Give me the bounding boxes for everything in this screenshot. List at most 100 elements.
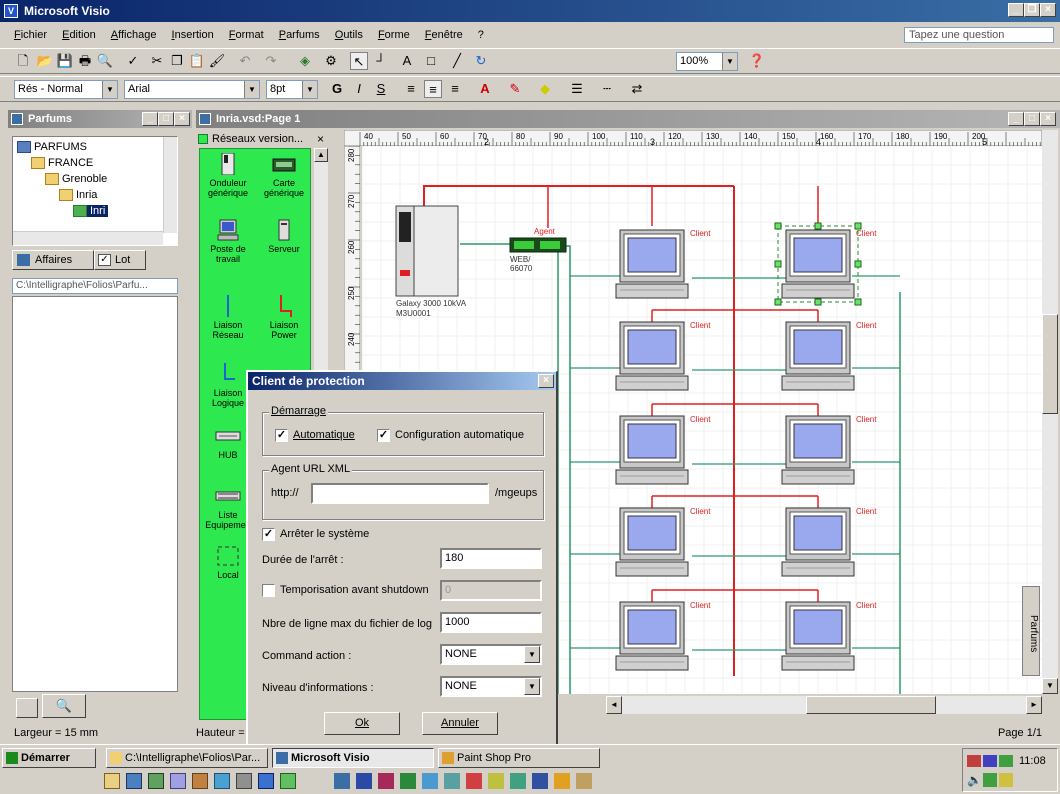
agent-url-input[interactable]: [311, 483, 489, 504]
tree-node-parfums[interactable]: PARFUMS: [17, 141, 87, 154]
tree-node-france[interactable]: FRANCE: [31, 157, 93, 170]
ie-icon[interactable]: [258, 773, 274, 789]
start-button[interactable]: Démarrer: [2, 748, 96, 768]
tree-node-inri[interactable]: Inri: [73, 205, 109, 218]
text-tool-icon[interactable]: A: [398, 52, 416, 70]
italic-button[interactable]: I: [350, 80, 368, 98]
path-field[interactable]: C:\Intelligraphe\Folios\Parfu...: [12, 278, 178, 294]
menu-forme[interactable]: Forme: [378, 24, 410, 46]
fill-color-icon[interactable]: ◆: [536, 80, 554, 98]
tray-icon[interactable]: [983, 755, 997, 767]
tree-vertical-scrollbar[interactable]: [163, 137, 177, 233]
scroll-down-button[interactable]: ▼: [1042, 678, 1058, 694]
scroll-thumb[interactable]: [1042, 314, 1058, 414]
close-button[interactable]: ×: [1040, 3, 1056, 17]
quicklaunch-icon[interactable]: [170, 773, 186, 789]
side-tab-parfums[interactable]: Parfums: [1022, 586, 1040, 676]
line-pattern-icon[interactable]: ┄: [598, 80, 616, 98]
menu-insertion[interactable]: Insertion: [172, 24, 214, 46]
arreter-checkbox[interactable]: ✓ Arrêter le système: [262, 528, 369, 541]
tray-icon[interactable]: [983, 773, 997, 787]
menu-fenetre[interactable]: Fenêtre: [425, 24, 463, 46]
access-icon[interactable]: [378, 773, 394, 789]
minimize-button[interactable]: _: [142, 112, 158, 126]
tree-horizontal-scrollbar[interactable]: [13, 231, 163, 245]
quicklaunch-icon[interactable]: [532, 773, 548, 789]
restore-button[interactable]: □: [158, 112, 174, 126]
config-auto-checkbox[interactable]: ✓ Configuration automatique: [377, 429, 524, 442]
task-paintshop[interactable]: Paint Shop Pro: [438, 748, 600, 768]
help-icon[interactable]: ❓: [748, 52, 766, 70]
scroll-up-button[interactable]: ▲: [314, 148, 328, 162]
menu-format[interactable]: Format: [229, 24, 264, 46]
cut-icon[interactable]: ✂: [148, 52, 166, 70]
close-icon[interactable]: ×: [317, 130, 324, 148]
task-explorer[interactable]: C:\Intelligraphe\Folios\Par...: [106, 748, 268, 768]
font-size-combo[interactable]: 8pt ▼: [266, 80, 318, 99]
task-visio[interactable]: Microsoft Visio: [272, 748, 434, 768]
menu-parfums[interactable]: Parfums: [279, 24, 320, 46]
quicklaunch-icon[interactable]: [192, 773, 208, 789]
close-button[interactable]: ×: [174, 112, 190, 126]
vertical-scrollbar[interactable]: ▼: [1042, 130, 1058, 694]
quicklaunch-icon[interactable]: [466, 773, 482, 789]
quicklaunch-icon[interactable]: [554, 773, 570, 789]
rectangle-tool-icon[interactable]: □: [422, 52, 440, 70]
format-painter-icon[interactable]: 🖌: [208, 52, 226, 70]
redo-icon[interactable]: ↷: [262, 52, 280, 70]
shape-serveur[interactable]: Serveur: [256, 219, 312, 254]
rotate-tool-icon[interactable]: ↻: [472, 52, 490, 70]
menu-outils[interactable]: Outils: [335, 24, 363, 46]
excel-icon[interactable]: [400, 773, 416, 789]
quicklaunch-icon[interactable]: [576, 773, 592, 789]
line-color-icon[interactable]: ✎: [506, 80, 524, 98]
h-scroll-thumb[interactable]: [806, 696, 936, 714]
shapes-icon[interactable]: ◈: [296, 52, 314, 70]
quicklaunch-icon[interactable]: [444, 773, 460, 789]
shape-liaison-power[interactable]: Liaison Power: [256, 295, 312, 340]
bold-button[interactable]: G: [328, 80, 346, 98]
align-center-icon[interactable]: ≡: [424, 80, 442, 98]
tray-icon[interactable]: [999, 755, 1013, 767]
open-icon[interactable]: 📂: [36, 52, 54, 70]
paste-icon[interactable]: 📋: [188, 52, 206, 70]
dialog-close-button[interactable]: ×: [538, 374, 554, 388]
tab-lot[interactable]: ✓ Lot: [94, 250, 146, 270]
line-ends-icon[interactable]: ⇄: [628, 80, 646, 98]
automatique-checkbox[interactable]: ✓ Automatique: [275, 429, 355, 442]
visio-icon[interactable]: [334, 773, 350, 789]
tab-affaires[interactable]: Affaires: [12, 250, 94, 270]
quicklaunch-icon[interactable]: [422, 773, 438, 789]
quicklaunch-icon[interactable]: [510, 773, 526, 789]
shape-poste-travail[interactable]: Poste de travail: [200, 219, 256, 264]
print-icon[interactable]: 🖶: [76, 52, 94, 70]
command-select[interactable]: NONE ▼: [440, 644, 542, 665]
restore-button[interactable]: ❐: [1024, 3, 1040, 17]
horizontal-scrollbar[interactable]: ◄ ►: [606, 696, 1042, 714]
minimize-button[interactable]: _: [1008, 112, 1024, 126]
tray-icon[interactable]: [999, 773, 1013, 787]
close-button[interactable]: ×: [1040, 112, 1056, 126]
tree-node-inria[interactable]: Inria: [59, 189, 97, 202]
spell-icon[interactable]: ✓: [124, 52, 142, 70]
align-right-icon[interactable]: ≡: [446, 80, 464, 98]
undo-icon[interactable]: ↶: [236, 52, 254, 70]
scroll-right-button[interactable]: ►: [1026, 696, 1042, 714]
line-tool-icon[interactable]: ╱: [448, 52, 466, 70]
nbre-input[interactable]: 1000: [440, 612, 542, 633]
stencil-icon[interactable]: ⚙: [322, 52, 340, 70]
quicklaunch-icon[interactable]: [104, 773, 120, 789]
menu-fichier[interactable]: Fichier: [14, 24, 47, 46]
word-icon[interactable]: [356, 773, 372, 789]
niveau-select[interactable]: NONE ▼: [440, 676, 542, 697]
menu-help[interactable]: ?: [478, 24, 484, 46]
line-weight-icon[interactable]: ☰: [568, 80, 586, 98]
minimize-button[interactable]: _: [1008, 3, 1024, 17]
align-left-icon[interactable]: ≡: [402, 80, 420, 98]
preview-icon[interactable]: 🔍: [96, 52, 114, 70]
scroll-left-button[interactable]: ◄: [606, 696, 622, 714]
quicklaunch-icon[interactable]: [126, 773, 142, 789]
zoom-combo[interactable]: 100% ▼: [676, 52, 738, 71]
style-combo[interactable]: Rés - Normal ▼: [14, 80, 118, 99]
restore-button[interactable]: □: [1024, 112, 1040, 126]
